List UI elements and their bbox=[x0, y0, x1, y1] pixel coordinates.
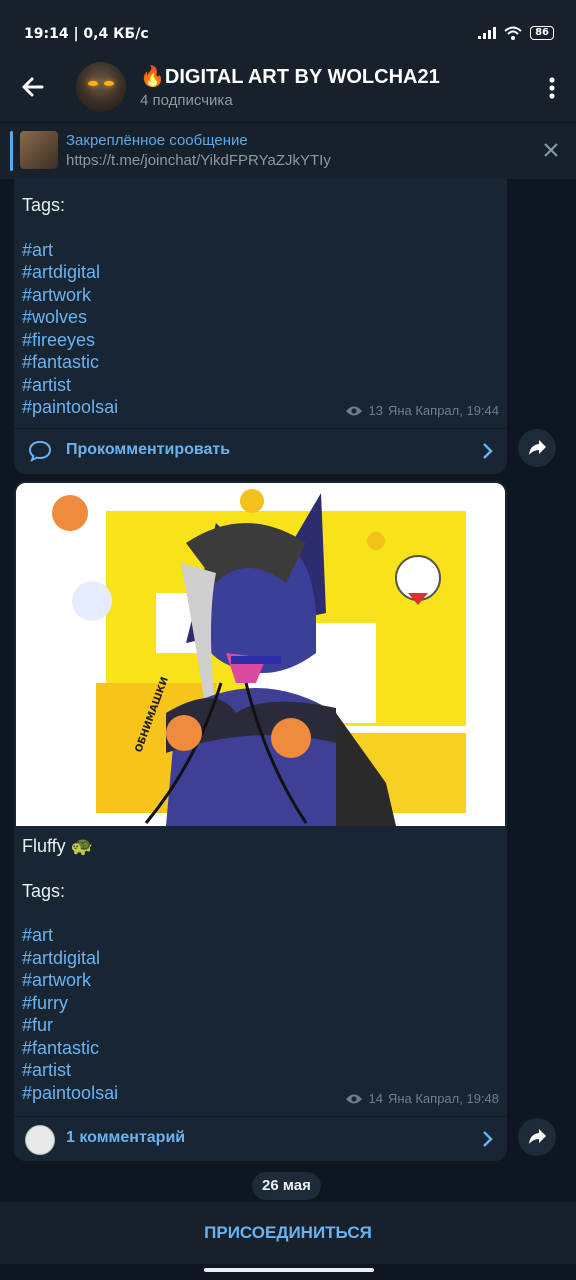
author-time: Яна Капрал, 19:48 bbox=[387, 1091, 499, 1106]
message-meta: 14 Яна Капрал, 19:48 bbox=[345, 1091, 499, 1106]
comment-label: Прокомментировать bbox=[66, 441, 231, 458]
hashtag-link[interactable]: #artdigital bbox=[22, 261, 499, 284]
back-arrow-icon[interactable] bbox=[18, 72, 48, 102]
chevron-right-icon bbox=[483, 1131, 493, 1147]
hashtag-link[interactable]: #furry bbox=[22, 992, 118, 1015]
hashtag-link[interactable]: #artwork bbox=[22, 284, 499, 307]
hashtag-link[interactable]: #fur bbox=[22, 1014, 118, 1037]
status-time-speed: 19:14 | 0,4 КБ/с bbox=[24, 26, 149, 42]
pinned-indicator bbox=[10, 131, 13, 171]
avatar-eye-left bbox=[88, 81, 98, 86]
hashtag-link[interactable]: #art bbox=[22, 924, 118, 947]
home-indicator bbox=[0, 1264, 576, 1280]
tags-label: Tags: bbox=[22, 880, 66, 901]
comment-count-label: 1 комментарий bbox=[66, 1129, 186, 1146]
join-button[interactable]: ПРИСОЕДИНИТЬСЯ bbox=[0, 1202, 576, 1264]
battery-icon: 86 bbox=[530, 26, 554, 40]
share-arrow-icon bbox=[529, 440, 546, 455]
author-time: Яна Капрал, 19:44 bbox=[387, 403, 499, 418]
share-button[interactable] bbox=[518, 429, 556, 467]
hashtag-link[interactable]: #fantastic bbox=[22, 1037, 118, 1060]
avatar-eye-right bbox=[104, 81, 114, 86]
pinned-thumbnail bbox=[20, 131, 58, 169]
share-button[interactable] bbox=[518, 1118, 556, 1156]
eye-icon bbox=[346, 1094, 363, 1103]
message-meta: 13 Яна Капрал, 19:44 bbox=[345, 403, 499, 418]
comment-button[interactable]: Прокомментировать bbox=[14, 428, 507, 473]
artwork-image[interactable]: ОБНИМАШКИ bbox=[16, 483, 505, 826]
hashtag-link[interactable]: #art bbox=[22, 239, 499, 262]
comment-icon bbox=[28, 440, 52, 462]
pinned-title: Закреплённое сообщение bbox=[66, 132, 248, 149]
comments-button[interactable]: 1 комментарий bbox=[14, 1116, 507, 1161]
artwork-illustration: ОБНИМАШКИ bbox=[16, 483, 505, 826]
hashtag-link[interactable]: #wolves bbox=[22, 306, 499, 329]
chevron-right-icon bbox=[483, 443, 493, 459]
signal-icon bbox=[478, 27, 497, 39]
hashtag-link[interactable]: #fantastic bbox=[22, 351, 499, 374]
hashtag-link[interactable]: #artwork bbox=[22, 969, 118, 992]
hashtag-link[interactable]: #paintoolsai bbox=[22, 1082, 118, 1105]
share-arrow-icon bbox=[529, 1129, 546, 1144]
channel-avatar[interactable] bbox=[76, 62, 126, 112]
hashtag-link[interactable]: #artdigital bbox=[22, 947, 118, 970]
view-count: 14 bbox=[368, 1091, 383, 1106]
message-bubble: Tags: #art #artdigital #artwork #wolves … bbox=[14, 178, 507, 474]
pinned-link: https://t.me/joinchat/YikdFPRYaZJkYTIy bbox=[66, 152, 331, 169]
more-menu-icon[interactable] bbox=[548, 76, 556, 100]
pinned-message-bar[interactable]: Закреплённое сообщение https://t.me/join… bbox=[0, 122, 576, 179]
commenter-avatar bbox=[25, 1125, 55, 1155]
message-bubble: ОБНИМАШКИ Fluffy 🐢 Tags: #art #artdigita… bbox=[14, 481, 507, 1161]
view-count: 13 bbox=[368, 403, 383, 418]
hashtag-link[interactable]: #artist bbox=[22, 1059, 118, 1082]
hashtag-link[interactable]: #artist bbox=[22, 374, 499, 397]
subscriber-count: 4 подписчика bbox=[140, 92, 233, 109]
tags-label: Tags: bbox=[22, 195, 66, 215]
close-icon[interactable] bbox=[542, 141, 560, 159]
chat-header: 🔥DIGITAL ART BY WOLCHA21 4 подписчика bbox=[0, 54, 576, 122]
message-caption: Fluffy 🐢 bbox=[22, 836, 94, 856]
hashtag-link[interactable]: #fireeyes bbox=[22, 329, 499, 352]
date-separator: 26 мая bbox=[252, 1172, 321, 1200]
channel-title[interactable]: 🔥DIGITAL ART BY WOLCHA21 bbox=[140, 64, 440, 89]
status-bar: 19:14 | 0,4 КБ/с 86 bbox=[0, 0, 576, 60]
home-indicator-pill[interactable] bbox=[204, 1268, 374, 1272]
wifi-icon bbox=[504, 26, 522, 40]
eye-icon bbox=[346, 406, 363, 415]
